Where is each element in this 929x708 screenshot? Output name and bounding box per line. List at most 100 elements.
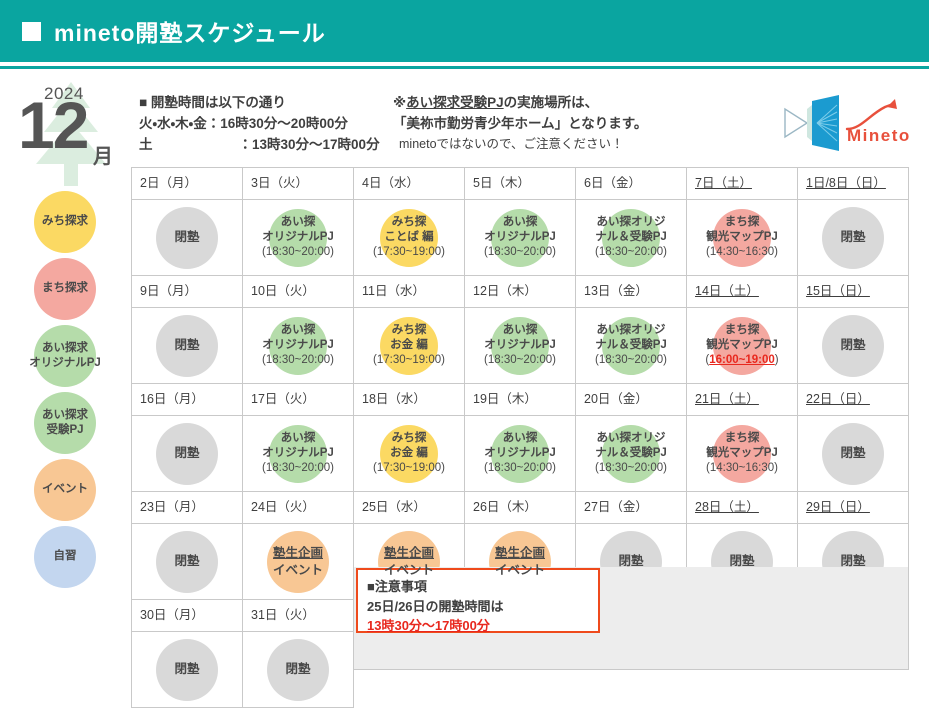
program-bubble[interactable]: あい探オリジ ナル＆受験PJ (18:30~20:00) — [595, 208, 667, 267]
calendar-day-cell[interactable]: 閉塾 — [131, 307, 243, 384]
program-bubble[interactable]: まち探 観光マップPJ (16:00~19:00) — [705, 316, 779, 375]
day-cell-inner: あい探 オリジナルPJ (18:30~20:00) — [465, 308, 575, 383]
date-label: 3日（火） — [251, 176, 308, 190]
calendar-day-cell[interactable]: みち探 ことば 編 (17:30~19:00) — [353, 199, 465, 276]
opening-hours-weekday: 火・水・木・金：16時30分～20時00分 — [139, 115, 348, 131]
calendar-day-cell[interactable]: みち探 お金 編 (17:30~19:00) — [353, 415, 465, 492]
calendar-day-cell[interactable]: まち探 観光マップPJ (14:30~16:30) — [686, 199, 798, 276]
calendar-day-cell[interactable]: 閉塾 — [131, 631, 243, 708]
date-header-cell: 6日（金） — [575, 167, 687, 200]
closed-label: 閉塾 — [174, 338, 200, 353]
calendar-day-cell[interactable]: 閉塾 — [131, 415, 243, 492]
calendar-day-cell[interactable]: あい探オリジ ナル＆受験PJ (18:30~20:00) — [575, 307, 687, 384]
day-cell-inner: あい探 オリジナルPJ (18:30~20:00) — [243, 200, 353, 275]
calendar-day-cell[interactable]: あい探 オリジナルPJ (18:30~20:00) — [242, 415, 354, 492]
program-bubble[interactable]: まち探 観光マップPJ (14:30~16:30) — [706, 424, 778, 483]
calendar-day-cell[interactable]: 閉塾 — [242, 631, 354, 708]
program-line-1: あい探 — [502, 323, 538, 336]
program-bubble[interactable]: みち探 お金 編 (17:30~19:00) — [373, 424, 445, 483]
program-line-2: ナル＆受験PJ — [595, 446, 667, 459]
calendar-day-cell[interactable]: あい探 オリジナルPJ (18:30~20:00) — [464, 415, 576, 492]
program-bubble[interactable]: あい探 オリジナルPJ (18:30~20:00) — [262, 208, 334, 267]
date-label: 23日（月） — [140, 500, 204, 514]
date-label: 21日（土） — [695, 392, 759, 406]
calendar-day-cell[interactable]: みち探 お金 編 (17:30~19:00) — [353, 307, 465, 384]
closed-bubble[interactable]: 閉塾 — [156, 638, 218, 701]
program-bubble[interactable]: あい探 オリジナルPJ (18:30~20:00) — [484, 316, 556, 375]
venue-note-line3: minetoではないので、ご注意ください！ — [399, 136, 624, 151]
closed-bubble[interactable]: 閉塾 — [822, 422, 884, 485]
legend-event[interactable]: イベント — [0, 456, 130, 523]
closed-bubble[interactable]: 閉塾 — [156, 422, 218, 485]
closed-label: 閉塾 — [174, 446, 200, 461]
program-time: (18:30~20:00) — [484, 462, 556, 475]
legend-ai-tankyu-original-pj[interactable]: あい探求 オリジナルPJ — [0, 322, 130, 389]
closed-bubble[interactable]: 閉塾 — [822, 206, 884, 269]
day-cell-inner: あい探 オリジナルPJ (18:30~20:00) — [465, 200, 575, 275]
program-bubble[interactable]: みち探 ことば 編 (17:30~19:00) — [373, 208, 445, 267]
date-header-cell: 2日（月） — [131, 167, 243, 200]
closed-bubble[interactable]: 閉塾 — [822, 314, 884, 377]
date-header-cell: 12日（木） — [464, 275, 576, 308]
date-header-cell: 19日（木） — [464, 383, 576, 416]
program-time: (17:30~19:00) — [373, 354, 445, 367]
program-bubble[interactable]: あい探 オリジナルPJ (18:30~20:00) — [484, 424, 556, 483]
program-line-1: まち探 — [724, 215, 760, 228]
event-line-2: イベント — [383, 562, 434, 577]
calendar-day-cell[interactable]: 閉塾 — [131, 199, 243, 276]
calendar-day-cell[interactable]: 塾生企画 イベント — [242, 523, 354, 600]
calendar-day-cell[interactable]: あい探 オリジナルPJ (18:30~20:00) — [242, 307, 354, 384]
program-time: (18:30~20:00) — [262, 462, 334, 475]
calendar-day-cell[interactable]: あい探オリジ ナル＆受験PJ (18:30~20:00) — [575, 415, 687, 492]
calendar-day-cell[interactable]: あい探 オリジナルPJ (18:30~20:00) — [464, 199, 576, 276]
calendar-day-cell[interactable]: あい探オリジ ナル＆受験PJ (18:30~20:00) — [575, 199, 687, 276]
calendar-day-cell[interactable]: 閉塾 — [131, 523, 243, 600]
program-label: あい探 オリジナルPJ (18:30~20:00) — [262, 323, 334, 369]
date-label: 20日（金） — [584, 392, 648, 406]
program-bubble[interactable]: あい探 オリジナルPJ (18:30~20:00) — [262, 316, 334, 375]
date-label: 11日（水） — [362, 284, 425, 298]
calendar-day-cell[interactable]: 閉塾 — [797, 199, 909, 276]
program-bubble[interactable]: あい探オリジ ナル＆受験PJ (18:30~20:00) — [595, 424, 667, 483]
program-line-1: みち探 — [391, 215, 427, 228]
page-title: mineto開塾スケジュール — [54, 20, 326, 46]
program-bubble[interactable]: あい探 オリジナルPJ (18:30~20:00) — [262, 424, 334, 483]
closed-label: 閉塾 — [840, 338, 866, 353]
mineto-logo: Mineto — [784, 95, 911, 151]
calendar-day-cell[interactable]: あい探 オリジナルPJ (18:30~20:00) — [242, 199, 354, 276]
closed-bubble[interactable]: 閉塾 — [156, 530, 218, 593]
day-cell-inner: みち探 お金 編 (17:30~19:00) — [354, 416, 464, 491]
date-label: 12日（木） — [473, 284, 537, 298]
date-header-cell: 3日（火） — [242, 167, 354, 200]
closed-bubble[interactable]: 閉塾 — [156, 314, 218, 377]
program-bubble[interactable]: あい探 オリジナルPJ (18:30~20:00) — [484, 208, 556, 267]
day-cell-inner: 閉塾 — [132, 632, 242, 707]
date-label: 25日（水） — [362, 500, 426, 514]
program-bubble[interactable]: まち探 観光マップPJ (14:30~16:30) — [706, 208, 778, 267]
program-bubble[interactable]: あい探オリジ ナル＆受験PJ (18:30~20:00) — [595, 316, 667, 375]
calendar-day-cell[interactable]: まち探 観光マップPJ (14:30~16:30) — [686, 415, 798, 492]
date-label: 30日（月） — [140, 608, 204, 622]
calendar-day-cell[interactable]: 閉塾 — [797, 307, 909, 384]
program-label: まち探 観光マップPJ (14:30~16:30) — [706, 431, 778, 477]
calendar-day-cell[interactable]: あい探 オリジナルPJ (18:30~20:00) — [464, 307, 576, 384]
program-time: (18:30~20:00) — [262, 246, 334, 259]
closed-label: 閉塾 — [174, 662, 200, 677]
calendar-day-cell[interactable]: まち探 観光マップPJ (16:00~19:00) — [686, 307, 798, 384]
program-bubble[interactable]: みち探 お金 編 (17:30~19:00) — [373, 316, 445, 375]
date-label: 19日（木） — [473, 392, 537, 406]
closed-label: 閉塾 — [285, 662, 311, 677]
legend-ai-tankyu-juken-pj[interactable]: あい探求 受験PJ — [0, 389, 130, 456]
program-label: みち探 お金 編 (17:30~19:00) — [373, 323, 445, 369]
closed-bubble[interactable]: 閉塾 — [267, 638, 329, 701]
legend-michi-tankyu[interactable]: みち探求 — [0, 188, 130, 255]
closed-bubble[interactable]: 閉塾 — [156, 206, 218, 269]
legend-machi-tankyu[interactable]: まち探求 — [0, 255, 130, 322]
calendar-day-cell[interactable]: 閉塾 — [797, 415, 909, 492]
legend-jishu[interactable]: 自習 — [0, 523, 130, 590]
program-label: あい探オリジ ナル＆受験PJ (18:30~20:00) — [595, 215, 667, 261]
calendar-month-number: 12 — [18, 88, 89, 162]
mineto-wordmark: Mineto — [847, 126, 911, 145]
event-bubble[interactable]: 塾生企画 イベント — [267, 530, 329, 593]
program-label: みち探 ことば 編 (17:30~19:00) — [373, 215, 445, 261]
